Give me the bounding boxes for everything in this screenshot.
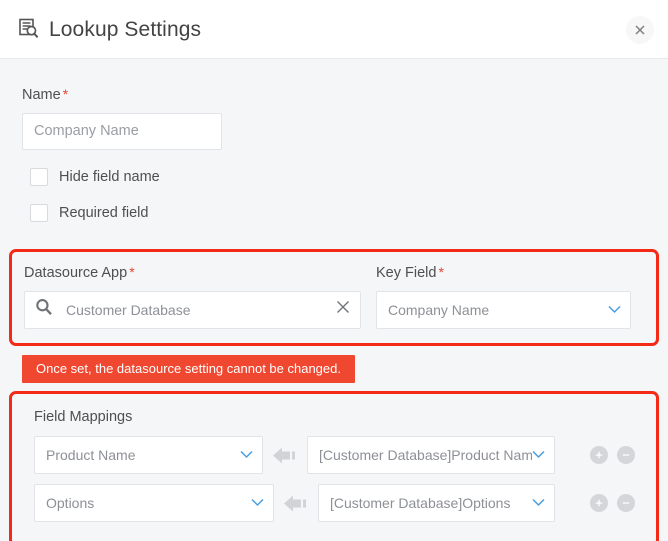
name-input[interactable] [22,113,222,150]
mapping-row-buttons [590,494,644,512]
mapping-target-wrapper: Product Name [34,436,263,474]
chevron-down-icon [532,494,545,512]
mapping-source-wrapper: [Customer Database]Options [318,484,555,522]
datasource-app-group: Datasource App* Customer Database [24,265,361,329]
plus-icon [594,498,604,508]
add-mapping-button[interactable] [590,446,608,464]
arrow-left-map-icon [263,447,307,464]
mapping-row-buttons [590,446,644,464]
key-field-value: Company Name [388,302,608,318]
datasource-app-required-marker: * [129,264,134,280]
search-icon [34,297,54,322]
field-mappings-title: Field Mappings [34,409,644,425]
page-title: Lookup Settings [49,19,201,40]
datasource-section-highlight: Datasource App* Customer Database [9,249,659,346]
mapping-target-wrapper: Options [34,484,274,522]
key-field-label-text: Key Field [376,265,436,281]
plus-icon [594,450,604,460]
mapping-source-select[interactable]: [Customer Database]Options [318,484,555,522]
add-mapping-button[interactable] [590,494,608,512]
mapping-target-select[interactable]: Product Name [34,436,263,474]
remove-mapping-button[interactable] [617,494,635,512]
checkbox-row-hide-field-name[interactable]: Hide field name [22,168,646,186]
dialog-header: Lookup Settings [0,0,668,59]
minus-icon [621,450,631,460]
field-mappings-section-highlight: Field Mappings Product Name [9,391,659,541]
chevron-down-icon [532,446,545,464]
mapping-target-select[interactable]: Options [34,484,274,522]
mapping-source-wrapper: [Customer Database]Product Nam [307,436,555,474]
field-mapping-row: Product Name [Customer Datab [24,436,644,474]
datasource-app-input[interactable]: Customer Database [24,291,361,329]
key-field-select[interactable]: Company Name [376,291,631,329]
hide-field-name-checkbox[interactable] [30,168,48,186]
key-field-group: Key Field* Company Name [376,265,631,329]
chevron-down-icon [251,494,264,512]
name-label-text: Name [22,87,61,103]
required-field-label: Required field [59,205,148,221]
name-required-marker: * [63,86,68,102]
mapping-source-value: [Customer Database]Product Nam [319,447,532,463]
mapping-source-select[interactable]: [Customer Database]Product Nam [307,436,555,474]
arrow-left-map-icon [274,495,318,512]
warning-wrapper: Once set, the datasource setting cannot … [0,346,668,384]
lookup-search-document-icon [18,18,40,40]
name-section: Name* Hide field name Required field [0,59,668,222]
datasource-app-label-text: Datasource App [24,265,127,281]
datasource-warning-banner: Once set, the datasource setting cannot … [22,355,355,384]
datasource-app-label: Datasource App* [24,265,361,282]
key-field-required-marker: * [438,264,443,280]
minus-icon [621,498,631,508]
hide-field-name-label: Hide field name [59,169,160,185]
field-mapping-row: Options [Customer Database]O [24,484,644,522]
chevron-down-icon [240,446,253,464]
key-field-label: Key Field* [376,265,631,282]
mapping-source-value: [Customer Database]Options [330,495,532,511]
dialog-body: Name* Hide field name Required field Dat… [0,59,668,541]
mapping-target-value: Options [46,495,251,511]
name-label: Name* [22,87,646,104]
datasource-app-value: Customer Database [66,302,336,318]
checkbox-row-required-field[interactable]: Required field [22,204,646,222]
mapping-target-value: Product Name [46,447,240,463]
clear-x-icon[interactable] [336,300,350,319]
chevron-down-icon [608,301,621,319]
close-icon [634,24,646,36]
close-button[interactable] [626,16,654,44]
required-field-checkbox[interactable] [30,204,48,222]
remove-mapping-button[interactable] [617,446,635,464]
